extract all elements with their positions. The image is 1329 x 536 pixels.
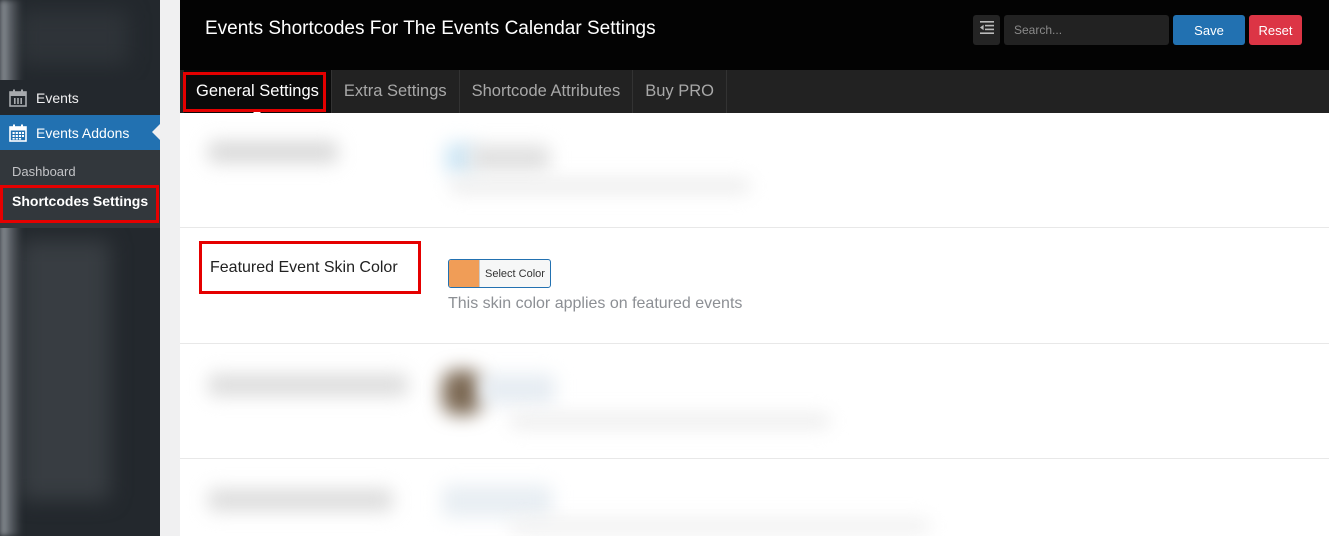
tab-label: Buy PRO (645, 82, 714, 100)
tab-label: Extra Settings (343, 82, 447, 100)
page-title: Events Shortcodes For The Events Calenda… (205, 18, 656, 39)
sidebar-item-events[interactable]: Events (0, 80, 160, 115)
tab-label: Shortcode Attributes (471, 82, 621, 100)
sidebar-item-label: Events (36, 89, 79, 106)
blurred-control (442, 485, 552, 517)
blurred-menu-region (18, 10, 128, 65)
color-swatch (449, 260, 480, 287)
admin-sidebar: Events Events Addons Dashboard Shortcode… (0, 0, 160, 536)
settings-row-blurred (180, 113, 1329, 228)
settings-row-blurred (180, 459, 1329, 536)
sidebar-item-events-addons[interactable]: Events Addons (0, 115, 160, 150)
featured-skin-label: Featured Event Skin Color (210, 259, 398, 276)
blurred-color-swatch (442, 370, 482, 415)
blurred-description (510, 519, 930, 533)
settings-panel: Events Shortcodes For The Events Calenda… (180, 0, 1329, 536)
tab-buy-pro[interactable]: Buy PRO (633, 70, 727, 113)
settings-header: Events Shortcodes For The Events Calenda… (180, 0, 1329, 70)
tab-extra-settings[interactable]: Extra Settings (332, 70, 460, 113)
featured-skin-description: This skin color applies on featured even… (448, 295, 743, 312)
blurred-control (470, 145, 550, 171)
blurred-description (450, 179, 750, 193)
calendar-grid-icon (8, 123, 28, 143)
blurred-control (480, 374, 555, 404)
search-input[interactable] (1004, 15, 1169, 45)
blurred-label (208, 489, 393, 511)
save-button[interactable]: Save (1173, 15, 1245, 45)
settings-tabs: General Settings Extra Settings Shortcod… (180, 70, 1329, 114)
highlight-annotation (0, 185, 159, 223)
tab-label: General Settings (196, 82, 319, 100)
collapse-menu-icon (979, 21, 994, 39)
reset-button[interactable]: Reset (1249, 15, 1302, 45)
blurred-label (208, 374, 408, 396)
calendar-icon (8, 88, 28, 108)
blurred-description (510, 414, 830, 428)
tab-shortcode-attributes[interactable]: Shortcode Attributes (460, 70, 634, 113)
settings-row-blurred (180, 344, 1329, 459)
submenu-item-dashboard[interactable]: Dashboard (12, 164, 76, 179)
blurred-label (208, 141, 338, 163)
active-menu-pointer (152, 124, 160, 140)
tab-general-settings[interactable]: General Settings (184, 70, 332, 114)
sidebar-item-label: Events Addons (36, 124, 130, 141)
blurred-menu-region (20, 240, 110, 500)
collapse-menu-button[interactable] (973, 15, 1000, 45)
select-color-label: Select Color (485, 267, 545, 280)
select-color-button[interactable]: Select Color (448, 259, 551, 288)
